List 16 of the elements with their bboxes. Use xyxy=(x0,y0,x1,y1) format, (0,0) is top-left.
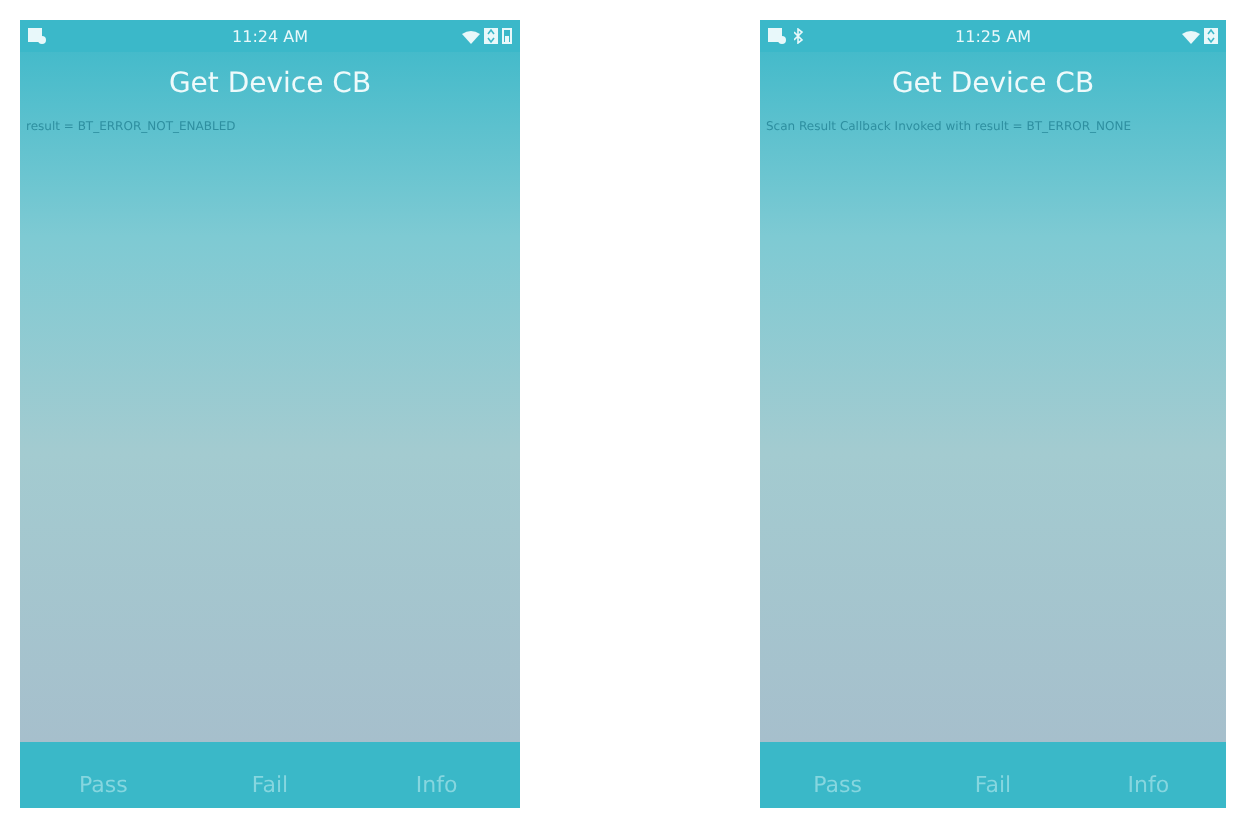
image-icon xyxy=(768,28,786,44)
bottom-button[interactable]: Info xyxy=(353,759,520,808)
image-icon xyxy=(28,28,46,44)
bottom-button[interactable]: Pass xyxy=(760,759,916,808)
screen-title: Get Device CB xyxy=(168,66,372,104)
wifi-icon xyxy=(462,29,481,43)
wifi-icon xyxy=(1182,29,1201,43)
bottom-button[interactable]: Info xyxy=(1070,759,1227,808)
bottom-button[interactable]: Fail xyxy=(915,759,1071,808)
status-time: 11:24 AM xyxy=(232,27,308,45)
bottom-button[interactable]: Fail xyxy=(186,759,354,808)
bottom-button[interactable]: Pass xyxy=(20,759,187,808)
data-icon xyxy=(484,28,499,44)
data-icon xyxy=(1204,28,1219,44)
status-time: 11:25 AM xyxy=(955,27,1031,45)
screen-title: Get Device CB xyxy=(891,66,1095,104)
